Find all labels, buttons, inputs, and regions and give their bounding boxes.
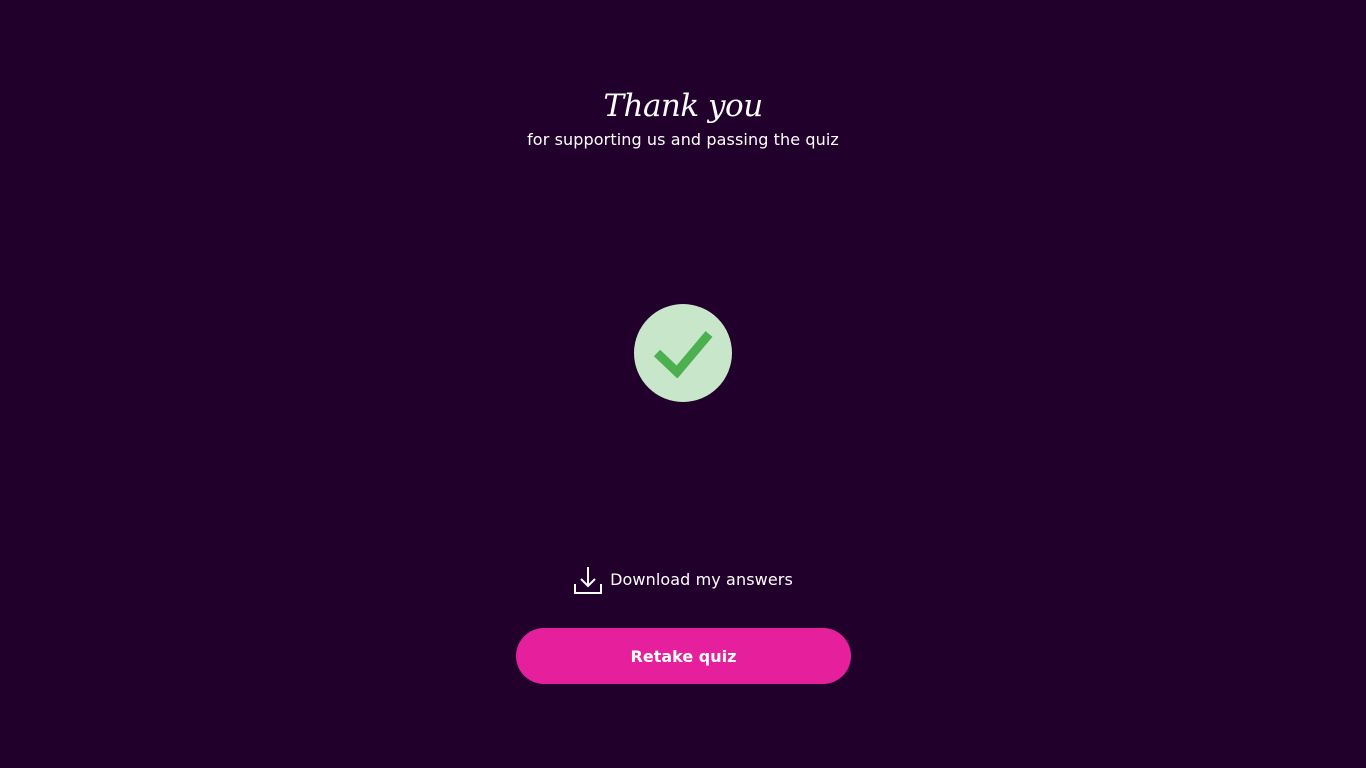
page-title: Thank you — [603, 88, 763, 124]
download-icon — [574, 567, 603, 594]
success-badge — [634, 304, 732, 402]
download-answers-link[interactable]: Download my answers — [0, 564, 1366, 596]
download-answers-label: Download my answers — [610, 570, 793, 589]
header: Thank you for supporting us and passing … — [0, 84, 1366, 152]
retake-quiz-button[interactable]: Retake quiz — [516, 628, 851, 684]
check-icon — [653, 331, 713, 378]
page-subtitle: for supporting us and passing the quiz — [527, 130, 839, 149]
